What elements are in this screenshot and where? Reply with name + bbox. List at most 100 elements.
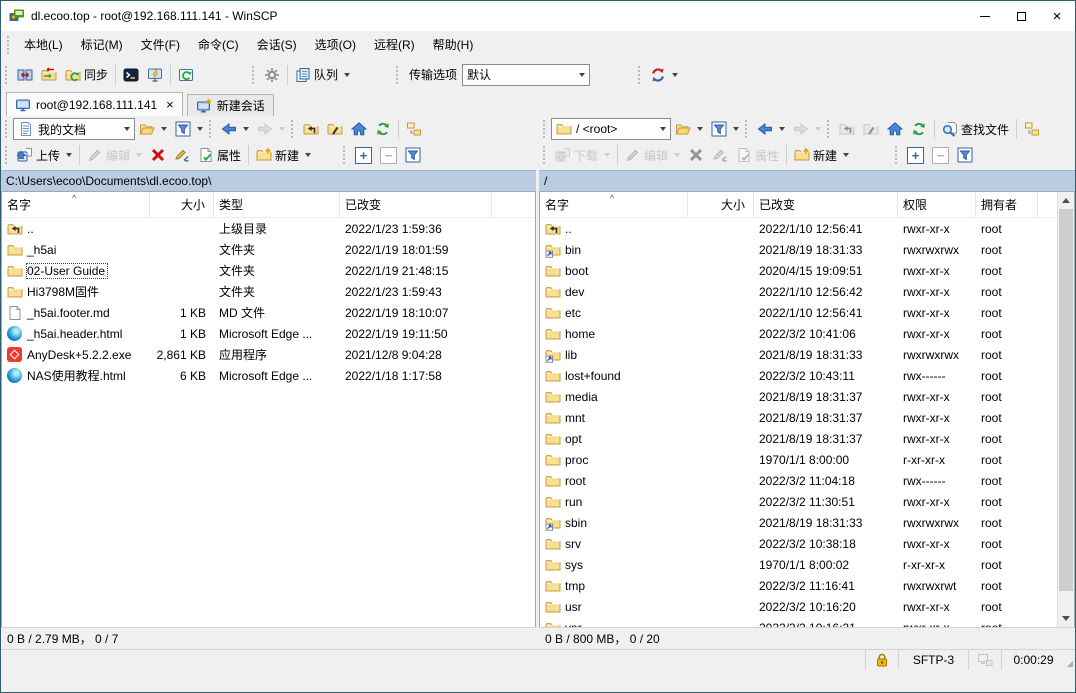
scroll-up-icon[interactable] (1058, 192, 1074, 209)
remote-parent-directory-button[interactable] (835, 116, 859, 142)
local-back-button[interactable] (217, 116, 253, 142)
remote-path-bar[interactable]: / (539, 170, 1075, 191)
column-header-4[interactable]: 权限 (898, 192, 976, 217)
file-row[interactable]: mnt2021/8/19 18:31:37rwxr-xr-xroot (540, 407, 1057, 428)
file-row[interactable]: run2022/3/2 11:30:51rwxr-xr-xroot (540, 491, 1057, 512)
file-row[interactable]: lib2021/8/19 18:31:33rwxrwxrwxroot (540, 344, 1057, 365)
remote-back-button[interactable] (753, 116, 789, 142)
file-row[interactable]: proc1970/1/1 8:00:00r-xr-xr-xroot (540, 449, 1057, 470)
column-header-2[interactable]: 大小 (150, 192, 214, 217)
menu-item-7[interactable]: 远程(R) (365, 34, 424, 56)
file-row[interactable]: dev2022/1/10 12:56:42rwxr-xr-xroot (540, 281, 1057, 302)
local-parent-directory-button[interactable] (299, 116, 323, 142)
remote-root-directory-button[interactable] (859, 116, 883, 142)
file-row[interactable]: _h5ai.header.html1 KBMicrosoft Edge ...2… (2, 323, 535, 344)
menu-item-1[interactable]: 本地(L) (15, 34, 72, 56)
download-button[interactable]: 下载 (551, 142, 614, 168)
file-row[interactable]: boot2020/4/15 19:09:51rwxr-xr-xroot (540, 260, 1057, 281)
find-files-button[interactable]: 查找文件 (938, 116, 1013, 142)
file-row[interactable]: NAS使用教程.html6 KBMicrosoft Edge ...2022/1… (2, 365, 535, 386)
local-unselect-button[interactable]: − (376, 142, 401, 168)
remote-filter-button[interactable] (707, 116, 743, 142)
remote-open-directory-button[interactable] (671, 116, 707, 142)
open-terminal-button[interactable] (119, 62, 143, 88)
local-rename-button[interactable] (170, 142, 194, 168)
remote-home-button[interactable] (883, 116, 907, 142)
remote-new-button[interactable]: 新建 (790, 142, 853, 168)
local-filter-button[interactable] (171, 116, 207, 142)
remote-rename-button[interactable] (708, 142, 732, 168)
local-forward-button[interactable] (253, 116, 289, 142)
file-row[interactable]: opt2021/8/19 18:31:37rwxr-xr-xroot (540, 428, 1057, 449)
local-selection-filter-button[interactable] (401, 142, 425, 168)
column-header-3[interactable]: 类型 (214, 192, 340, 217)
menu-item-5[interactable]: 会话(S) (248, 34, 306, 56)
file-row[interactable]: ..2022/1/10 12:56:41rwxr-xr-xroot (540, 218, 1057, 239)
file-row[interactable]: sys1970/1/1 8:00:02r-xr-xr-xroot (540, 554, 1057, 575)
remote-refresh-button[interactable] (907, 116, 931, 142)
menu-item-6[interactable]: 选项(O) (306, 34, 365, 56)
session-tab-close-icon[interactable]: × (166, 97, 174, 112)
local-root-directory-button[interactable] (323, 116, 347, 142)
session-tab-active[interactable]: root@192.168.111.141 × (6, 92, 183, 116)
file-row[interactable]: var2022/3/2 10:16:21rwxr-xr-xroot (540, 617, 1057, 627)
column-header-2[interactable]: 大小 (688, 192, 754, 217)
file-row[interactable]: _h5ai文件夹2022/1/19 18:01:59 (2, 239, 535, 260)
local-sync-browsing-button[interactable] (402, 116, 426, 142)
local-delete-button[interactable] (146, 142, 170, 168)
remote-delete-button[interactable] (684, 142, 708, 168)
local-path-bar[interactable]: C:\Users\ecoo\Documents\dl.ecoo.top\ (1, 170, 536, 191)
compare-directories-button[interactable] (13, 62, 37, 88)
file-row[interactable]: root2022/3/2 11:04:18rwx------root (540, 470, 1057, 491)
file-row[interactable]: bin2021/8/19 18:31:33rwxrwxrwxroot (540, 239, 1057, 260)
column-header-4[interactable]: 已改变 (340, 192, 492, 217)
menu-item-4[interactable]: 命令(C) (189, 34, 248, 56)
open-console-button[interactable] (143, 62, 167, 88)
remote-scrollbar[interactable] (1057, 192, 1074, 627)
local-location-combobox[interactable]: 我的文档 (13, 118, 135, 140)
refresh-session-button[interactable] (174, 62, 198, 88)
remote-unselect-button[interactable]: − (928, 142, 953, 168)
maximize-button[interactable] (1003, 1, 1039, 31)
menu-item-8[interactable]: 帮助(H) (424, 34, 483, 56)
column-header-5[interactable]: 拥有者 (976, 192, 1038, 217)
file-row[interactable]: tmp2022/3/2 11:16:41rwxrwxrwtroot (540, 575, 1057, 596)
minimize-button[interactable] (967, 1, 1003, 31)
scroll-down-icon[interactable] (1058, 610, 1074, 627)
local-properties-button[interactable]: 属性 (194, 142, 245, 168)
synchronize-button[interactable]: 同步 (61, 62, 112, 88)
local-new-button[interactable]: 新建 (252, 142, 315, 168)
remote-selection-filter-button[interactable] (953, 142, 977, 168)
remote-location-combobox[interactable]: / <root> (551, 118, 671, 140)
remote-sync-browsing-button[interactable] (1020, 116, 1044, 142)
file-row[interactable]: etc2022/1/10 12:56:41rwxr-xr-xroot (540, 302, 1057, 323)
file-row[interactable]: AnyDesk+5.2.2.exe2,861 KB应用程序2021/12/8 9… (2, 344, 535, 365)
menu-item-2[interactable]: 标记(M) (72, 34, 132, 56)
scrollbar-thumb[interactable] (1059, 209, 1073, 591)
remote-select-button[interactable]: + (903, 142, 928, 168)
upload-button[interactable]: 上传 (13, 142, 76, 168)
transfer-preset-combobox[interactable]: 默认 (462, 64, 590, 86)
file-row[interactable]: home2022/3/2 10:41:06rwxr-xr-xroot (540, 323, 1057, 344)
file-row[interactable]: ..上级目录2022/1/23 1:59:36 (2, 218, 535, 239)
menu-item-3[interactable]: 文件(F) (132, 34, 189, 56)
synchronize-browsing-button[interactable] (37, 62, 61, 88)
file-row[interactable]: lost+found2022/3/2 10:43:11rwx------root (540, 365, 1057, 386)
queue-button[interactable]: 队列 (291, 62, 354, 88)
remote-edit-button[interactable]: 编辑 (621, 142, 684, 168)
local-edit-button[interactable]: 编辑 (83, 142, 146, 168)
resize-grip[interactable]: ◢ (1065, 650, 1075, 670)
remote-properties-button[interactable]: 属性 (732, 142, 783, 168)
local-refresh-button[interactable] (371, 116, 395, 142)
file-row[interactable]: usr2022/3/2 10:16:20rwxr-xr-xroot (540, 596, 1057, 617)
file-row[interactable]: Hi3798M固件文件夹2022/1/23 1:59:43 (2, 281, 535, 302)
file-row[interactable]: _h5ai.footer.md1 KBMD 文件2022/1/19 18:10:… (2, 302, 535, 323)
local-select-button[interactable]: + (351, 142, 376, 168)
file-row[interactable]: srv2022/3/2 10:38:18rwxr-xr-xroot (540, 533, 1057, 554)
column-header-1[interactable]: 名字^ (2, 192, 150, 217)
local-open-directory-button[interactable] (135, 116, 171, 142)
preferences-button[interactable] (260, 62, 284, 88)
close-button[interactable]: × (1039, 1, 1075, 31)
column-header-3[interactable]: 已改变 (754, 192, 898, 217)
column-header-1[interactable]: 名字^ (540, 192, 688, 217)
